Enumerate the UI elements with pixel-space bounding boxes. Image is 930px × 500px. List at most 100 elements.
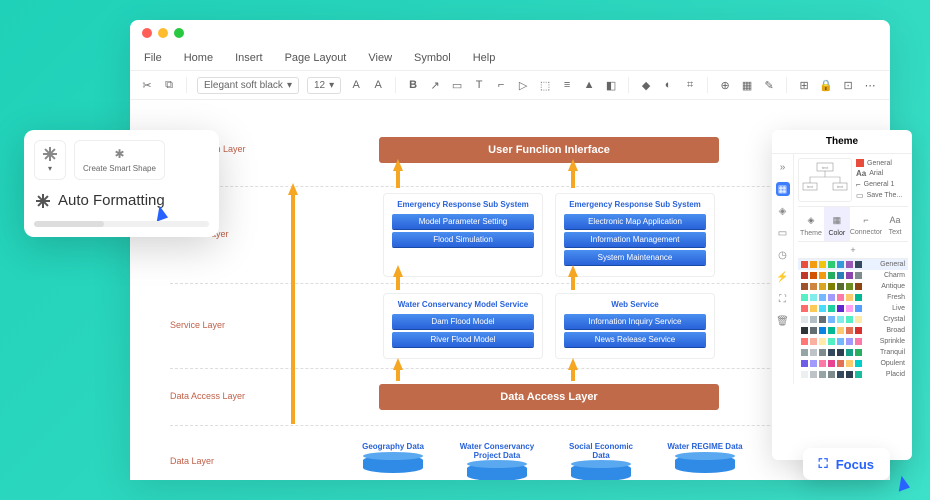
group-icon[interactable]: ⊞ <box>797 78 811 92</box>
theme-sidebar: » ▦ ◈ ▭ ◷ ⚡ ⛶ 🗑 <box>772 154 794 384</box>
copy-icon[interactable]: ⧉ <box>162 78 176 92</box>
page-icon[interactable]: ▭ <box>776 226 790 240</box>
cursor-icon <box>894 474 910 491</box>
menu-view[interactable]: View <box>368 52 392 64</box>
align-icon[interactable]: ≡ <box>560 78 574 92</box>
trash-icon[interactable]: 🗑 <box>776 314 790 328</box>
expand-icon[interactable]: » <box>776 160 790 174</box>
minimize-dot[interactable] <box>158 28 168 38</box>
swatch-row[interactable]: Charm <box>798 270 908 281</box>
swatch-row[interactable]: Sprinkle <box>798 336 908 347</box>
fill-icon[interactable]: ◆ <box>639 78 653 92</box>
bolt-icon[interactable]: ⚡ <box>776 270 790 284</box>
clock-icon[interactable]: ◷ <box>776 248 790 262</box>
cylinder[interactable]: Geography Data <box>353 443 433 480</box>
lock-icon[interactable]: 🔒 <box>819 78 833 92</box>
maximize-dot[interactable] <box>174 28 184 38</box>
layer-label-data-access: Data Access Layer <box>170 391 248 403</box>
layers-icon[interactable]: ⬚ <box>538 78 552 92</box>
theme-preview[interactable]: texttexttext <box>798 158 852 202</box>
focus-button[interactable]: ⛶ Focus <box>803 448 890 480</box>
cut-icon[interactable]: ✂ <box>140 78 154 92</box>
connector-icon[interactable]: ⌐ <box>494 78 508 92</box>
item[interactable]: Dam Flood Model <box>392 314 534 329</box>
preview-item[interactable]: ⌐General 1 <box>856 179 908 190</box>
item[interactable]: System Maintenance <box>564 250 706 265</box>
preview-item[interactable]: ▭Save The... <box>856 190 908 201</box>
layers-icon[interactable]: ◈ <box>776 204 790 218</box>
swatch-row[interactable]: Tranquil <box>798 347 908 358</box>
item[interactable]: Model Parameter Setting <box>392 214 534 229</box>
cylinder[interactable]: Water Conservancy Project Data <box>457 443 537 480</box>
svg-text:text: text <box>837 184 844 189</box>
data-access-bar[interactable]: Data Access Layer <box>379 384 719 410</box>
service-left-subsystem[interactable]: Water Conservancy Model Service Dam Floo… <box>383 293 543 359</box>
font-decrease-icon[interactable]: A <box>371 78 385 92</box>
full-icon[interactable]: ⛶ <box>776 292 790 306</box>
user-function-interface-bar[interactable]: User Funclion Inlerface <box>379 137 719 163</box>
tab-connector[interactable]: ⌐Connector <box>850 207 882 241</box>
warn-icon[interactable]: ▲ <box>582 78 596 92</box>
swatch-row[interactable]: Opulent <box>798 358 908 369</box>
arrow-icon[interactable]: ↗ <box>428 78 442 92</box>
menu-insert[interactable]: Insert <box>235 52 263 64</box>
more-icon[interactable]: ⋯ <box>863 78 877 92</box>
menu-help[interactable]: Help <box>473 52 496 64</box>
business-right-subsystem[interactable]: Emergency Response Sub System Electronic… <box>555 193 715 277</box>
swatch-row[interactable]: Live <box>798 303 908 314</box>
item[interactable]: News Release Service <box>564 332 706 347</box>
tab-theme[interactable]: ◈Theme <box>798 207 824 241</box>
layer-label-data: Data Layer <box>170 456 248 468</box>
menu-home[interactable]: Home <box>184 52 213 64</box>
tab-color[interactable]: ▦Color <box>824 207 850 241</box>
menu-page-layout[interactable]: Page Layout <box>285 52 347 64</box>
text-icon[interactable]: T <box>472 78 486 92</box>
arrow-icon <box>288 183 298 195</box>
cylinder[interactable]: Social Economic Data <box>561 443 641 480</box>
cylinder[interactable]: Water REGIME Data <box>665 443 745 480</box>
auto-formatting-button[interactable]: Auto Formatting <box>34 188 209 213</box>
font-increase-icon[interactable]: A <box>349 78 363 92</box>
item[interactable]: River Flood Model <box>392 332 534 347</box>
swatch-row[interactable]: Fresh <box>798 292 908 303</box>
close-dot[interactable] <box>142 28 152 38</box>
distribute-icon[interactable]: ⊡ <box>841 78 855 92</box>
item[interactable]: Information Management <box>564 232 706 247</box>
swatch-row[interactable]: General <box>798 259 908 270</box>
bold-icon[interactable]: B <box>406 78 420 92</box>
service-right-subsystem[interactable]: Web Service Infornation Inquiry Service … <box>555 293 715 359</box>
size-select[interactable]: 12▾ <box>307 77 341 94</box>
create-smart-shape-button[interactable]: ✱ Create Smart Shape <box>74 140 165 180</box>
pointer-icon[interactable]: ▷ <box>516 78 530 92</box>
shadow-icon[interactable]: ◐ <box>661 78 675 92</box>
auto-format-small-button[interactable]: ▾ <box>34 140 66 180</box>
preview-item[interactable]: AaArial <box>856 168 908 179</box>
theme-panel[interactable]: Theme » ▦ ◈ ▭ ◷ ⚡ ⛶ 🗑 texttexttext Gener… <box>772 130 912 460</box>
swatch-row[interactable]: Placid <box>798 369 908 380</box>
theme-title: Theme <box>772 130 912 154</box>
auto-format-popup[interactable]: ▾ ✱ Create Smart Shape Auto Formatting <box>24 130 219 237</box>
rect-icon[interactable]: ▭ <box>450 78 464 92</box>
preview-item[interactable]: General <box>856 158 908 168</box>
zoom-icon[interactable]: ⊕ <box>718 78 732 92</box>
item[interactable]: Electronic Map Application <box>564 214 706 229</box>
item[interactable]: Flood Simulation <box>392 232 534 247</box>
pen-icon[interactable]: ✎ <box>762 78 776 92</box>
item[interactable]: Infornation Inquiry Service <box>564 314 706 329</box>
layer-label-service: Service Layer <box>170 320 248 332</box>
arrow-icon <box>568 358 578 370</box>
grid-icon[interactable]: ▦ <box>776 182 790 196</box>
swatch-row[interactable]: Broad <box>798 325 908 336</box>
menu-symbol[interactable]: Symbol <box>414 52 451 64</box>
add-swatch[interactable]: + <box>798 242 908 259</box>
swatch-row[interactable]: Antique <box>798 281 908 292</box>
tab-text[interactable]: AaText <box>882 207 908 241</box>
swatch-row[interactable]: Crystal <box>798 314 908 325</box>
crop-icon[interactable]: ⌗ <box>683 78 697 92</box>
grid-icon[interactable]: ▦ <box>740 78 754 92</box>
business-left-subsystem[interactable]: Emergency Response Sub System Model Para… <box>383 193 543 277</box>
font-select[interactable]: Elegant soft black▾ <box>197 77 299 94</box>
arrow-icon <box>393 159 403 171</box>
menu-file[interactable]: File <box>144 52 162 64</box>
style-icon[interactable]: ◧ <box>604 78 618 92</box>
